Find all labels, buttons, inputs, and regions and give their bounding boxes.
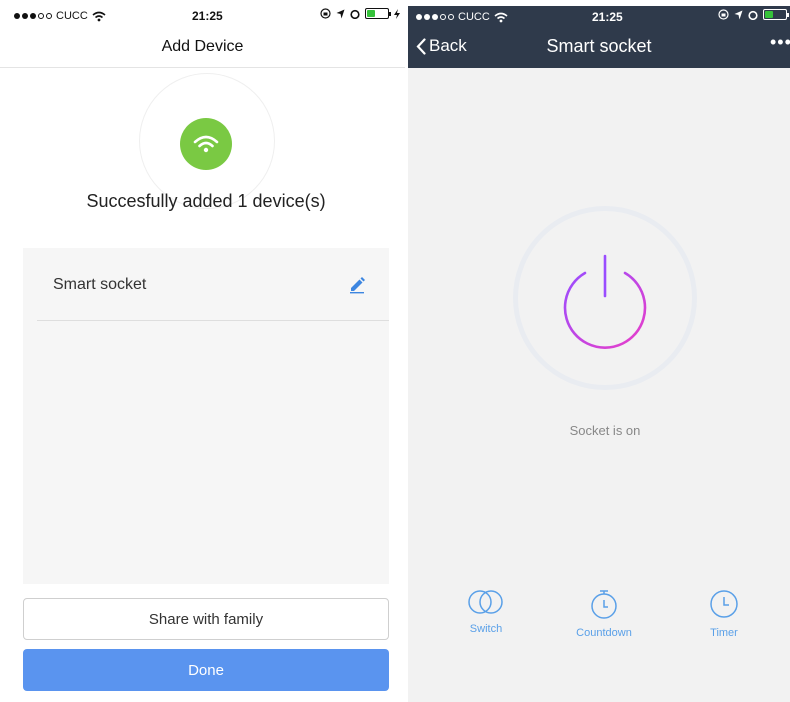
signal-dots-icon: [416, 14, 454, 20]
alarm-icon: [350, 9, 360, 19]
status-indicators: [718, 9, 789, 20]
switch-label: Switch: [469, 623, 503, 635]
carrier-name: CUCC: [56, 10, 88, 22]
device-name: Smart socket: [53, 276, 147, 293]
carrier-name: CUCC: [458, 11, 490, 23]
alarm-icon: [748, 10, 758, 20]
timer-button[interactable]: Timer: [679, 589, 769, 639]
status-carrier-group: CUCC: [416, 11, 508, 23]
wifi-status-icon: [92, 11, 106, 21]
rotation-lock-icon: [718, 9, 729, 20]
battery-icon: [763, 9, 789, 20]
device-list: Smart socket: [23, 248, 389, 584]
wifi-success-badge: [180, 118, 232, 170]
header-bar: CUCC 21:25 Back Smart socket •••: [408, 6, 790, 68]
status-bar: CUCC 21:25: [408, 6, 790, 28]
page-title: Add Device: [161, 38, 244, 55]
power-icon[interactable]: [555, 250, 655, 350]
share-with-family-button[interactable]: Share with family: [23, 598, 389, 640]
status-bar: CUCC 21:25: [0, 0, 405, 32]
status-time: 21:25: [592, 10, 623, 24]
battery-icon: [365, 8, 391, 19]
status-time: 21:25: [192, 9, 223, 23]
socket-status-text: Socket is on: [569, 423, 641, 438]
success-message: Succesfully added 1 device(s): [86, 191, 326, 211]
page-title: Smart socket: [546, 36, 652, 56]
add-device-screen: CUCC 21:25 Add Device Succesfully added …: [0, 0, 405, 702]
clock-icon: [710, 590, 738, 618]
rotation-lock-icon: [320, 8, 331, 19]
switch-button[interactable]: Switch: [441, 589, 531, 635]
status-indicators: [320, 8, 400, 19]
done-button[interactable]: Done: [23, 649, 389, 691]
wifi-icon: [193, 135, 219, 153]
smart-socket-screen: CUCC 21:25 Back Smart socket ••• Socket …: [408, 6, 790, 702]
wifi-status-icon: [494, 12, 508, 22]
countdown-label: Countdown: [576, 627, 632, 639]
location-icon: [336, 9, 345, 18]
timer-label: Timer: [710, 627, 738, 639]
charging-icon: [394, 8, 400, 19]
countdown-button[interactable]: Countdown: [559, 589, 649, 639]
location-icon: [734, 10, 743, 19]
navigation-bar: Add Device: [0, 32, 405, 68]
list-item[interactable]: Smart socket: [37, 248, 389, 321]
status-carrier-group: CUCC: [14, 10, 106, 22]
stopwatch-icon: [591, 590, 617, 619]
more-options-button[interactable]: •••: [770, 32, 790, 53]
signal-dots-icon: [14, 13, 52, 19]
pencil-icon[interactable]: [347, 274, 367, 294]
toggle-circles-icon: [468, 590, 503, 614]
